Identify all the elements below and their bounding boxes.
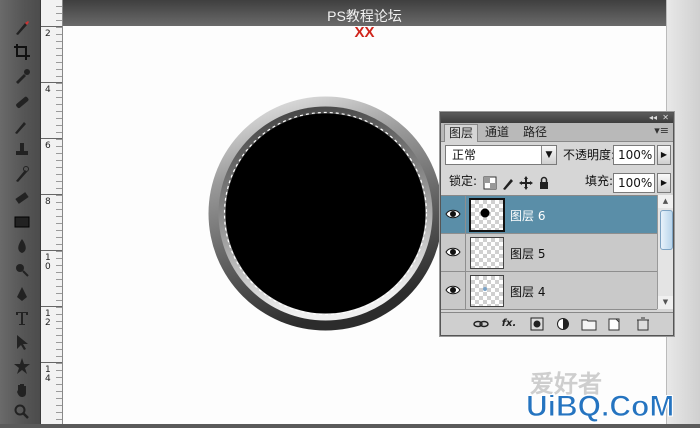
layer-row[interactable]: 图层 4	[441, 272, 657, 310]
gradient-icon[interactable]	[12, 212, 32, 232]
eye-icon[interactable]	[445, 207, 461, 221]
tools-panel	[0, 0, 41, 424]
custom-shape-icon[interactable]	[12, 356, 32, 376]
link-icon[interactable]	[473, 317, 489, 331]
pen-icon[interactable]	[12, 284, 32, 304]
ruler-label: 14	[45, 365, 51, 384]
eye-icon[interactable]	[445, 245, 461, 259]
black-disc	[225, 113, 426, 314]
canvas-subtitle: XX	[354, 24, 375, 41]
canvas-title: PS教程论坛	[327, 8, 402, 24]
type-icon[interactable]	[12, 308, 32, 328]
ruler-major-tick	[41, 26, 62, 27]
lock-row: 锁定: 填充: 100% ▶	[445, 173, 671, 195]
adjustment-icon[interactable]	[555, 317, 571, 331]
lock-pixels-icon[interactable]	[501, 176, 515, 190]
chevron-down-icon[interactable]: ▼	[541, 146, 556, 164]
panel-menu-icon[interactable]: ▾≡	[654, 124, 669, 137]
eraser-icon[interactable]	[12, 188, 32, 208]
circle-artwork	[208, 96, 443, 331]
scroll-up-icon[interactable]: ▲	[658, 195, 673, 208]
ruler-label: 2	[45, 29, 51, 39]
new-layer-icon[interactable]	[607, 317, 623, 331]
layer-name[interactable]: 图层 4	[510, 283, 545, 300]
scroll-down-icon[interactable]: ▼	[658, 296, 673, 309]
watermark-graphic: 爱好者 UiBQ.CoM	[526, 370, 675, 424]
opacity-slider-arrow-icon[interactable]: ▶	[657, 145, 671, 165]
folder-icon[interactable]	[581, 317, 597, 331]
layer-thumbnail	[470, 275, 504, 307]
ruler-label: 12	[45, 309, 51, 328]
scroll-thumb[interactable]	[660, 210, 673, 250]
vertical-ruler: 2 4 6 8 10 12 14	[41, 0, 63, 424]
panel-title-bar[interactable]: ◂◂ ✕	[441, 113, 673, 123]
layer-name[interactable]: 图层 6	[510, 207, 545, 224]
ruler-major-tick	[41, 138, 62, 139]
collapse-icon[interactable]: ◂◂	[649, 113, 657, 123]
opacity-input[interactable]: 100%	[613, 145, 655, 165]
dodge-icon[interactable]	[12, 260, 32, 280]
layer-row[interactable]: 图层 6	[441, 196, 657, 234]
blend-mode-value: 正常	[452, 148, 477, 162]
blur-icon[interactable]	[12, 236, 32, 256]
brush-icon[interactable]	[12, 116, 32, 136]
trash-icon[interactable]	[635, 317, 651, 331]
canvas-header-strip: PS教程论坛	[63, 0, 666, 26]
lock-all-icon[interactable]	[537, 176, 551, 190]
tab-layers[interactable]: 图层	[444, 124, 479, 142]
layer-thumbnail-mark	[483, 287, 487, 291]
ruler-major-tick	[41, 250, 62, 251]
ruler-label: 4	[45, 85, 51, 95]
svg-text:UiBQ.CoM: UiBQ.CoM	[526, 390, 674, 423]
ruler-major-tick	[41, 82, 62, 83]
crop-icon[interactable]	[12, 42, 32, 62]
ruler-major-tick	[41, 362, 62, 363]
hand-icon[interactable]	[12, 380, 32, 400]
lock-label: 锁定:	[449, 174, 478, 188]
panel-bottom-bar: fx.	[441, 312, 673, 335]
layer-name[interactable]: 图层 5	[510, 245, 545, 262]
history-brush-icon[interactable]	[12, 164, 32, 184]
healing-brush-icon[interactable]	[12, 92, 32, 112]
fill-label: 填充:	[585, 174, 614, 188]
tab-paths[interactable]: 路径	[519, 124, 551, 141]
fill-input[interactable]: 100%	[613, 173, 655, 193]
layer-row[interactable]: 图层 5	[441, 234, 657, 272]
ruler-label: 6	[45, 141, 51, 151]
ruler-label: 10	[45, 253, 51, 272]
lock-transparency-icon[interactable]	[483, 176, 497, 190]
blend-mode-select[interactable]: 正常 ▼	[445, 145, 557, 165]
site-watermark-logo: 爱好者 UiBQ.CoM	[520, 366, 700, 424]
ruler-major-tick	[41, 306, 62, 307]
panel-tabs: 图层 通道 路径 ▾≡	[441, 123, 673, 142]
layer-list: 图层 6 图层 5 图层 4	[441, 195, 657, 310]
layer-list-scrollbar[interactable]: ▲ ▼	[657, 195, 673, 309]
eyedropper-icon[interactable]	[12, 66, 32, 86]
clone-stamp-icon[interactable]	[12, 140, 32, 160]
path-selection-icon[interactable]	[12, 332, 32, 352]
ruler-label: 8	[45, 197, 51, 207]
close-panel-icon[interactable]: ✕	[662, 113, 669, 123]
tab-channels[interactable]: 通道	[481, 124, 513, 141]
blend-row: 正常 ▼ 不透明度: 100% ▶	[445, 145, 671, 167]
layers-panel: ◂◂ ✕ 图层 通道 路径 ▾≡ 正常 ▼ 不透明度: 100% ▶ 锁定: 填…	[440, 112, 674, 336]
layer-thumbnail	[469, 198, 505, 232]
mask-icon[interactable]	[529, 317, 545, 331]
brush-icon[interactable]	[12, 18, 32, 38]
opacity-label: 不透明度:	[563, 148, 616, 162]
lock-position-icon[interactable]	[519, 176, 533, 190]
zoom-icon[interactable]	[12, 402, 32, 422]
layer-thumbnail-dot	[480, 208, 490, 218]
eye-icon[interactable]	[445, 283, 461, 297]
fill-slider-arrow-icon[interactable]: ▶	[657, 173, 671, 193]
ruler-major-tick	[41, 194, 62, 195]
layer-thumbnail	[470, 237, 504, 269]
fx-icon[interactable]: fx.	[501, 317, 517, 331]
